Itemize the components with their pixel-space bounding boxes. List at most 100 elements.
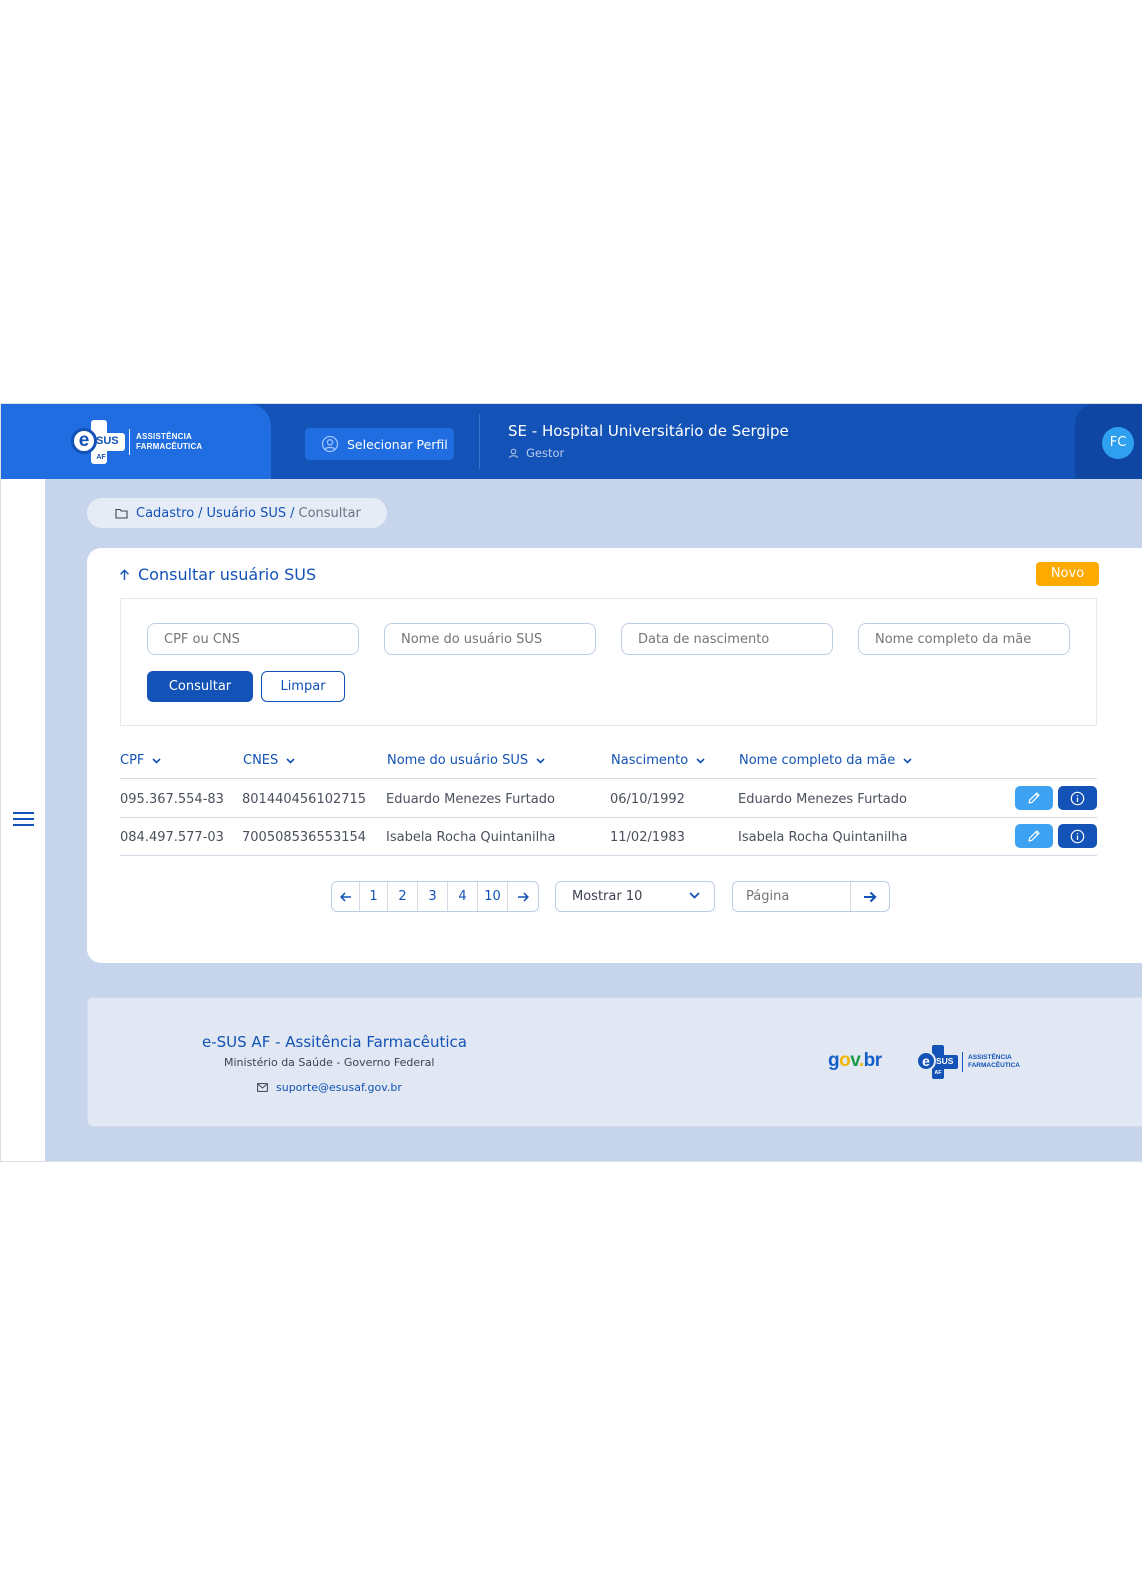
logo-e: e — [916, 1051, 936, 1071]
page-number-input[interactable] — [733, 882, 851, 911]
avatar-area: FC — [1075, 404, 1142, 479]
info-button[interactable] — [1058, 786, 1097, 810]
page-4-button[interactable]: 4 — [448, 882, 478, 911]
column-label: CNES — [243, 753, 279, 768]
cell-user-name: Isabela Rocha Quintanilha — [386, 830, 556, 845]
chevron-down-icon — [903, 757, 912, 764]
table-header: CPF CNES Nome do usuário SUS Nascimento … — [120, 753, 1097, 779]
mail-icon — [257, 1083, 268, 1092]
logo-af: AF — [934, 1070, 942, 1076]
logo-sus: SUS — [936, 1056, 954, 1066]
cell-cpf: 084.497.577-03 — [120, 830, 224, 845]
header-divider — [479, 414, 480, 469]
cell-cpf: 095.367.554-83 — [120, 792, 224, 807]
page-10-button[interactable]: 10 — [478, 882, 508, 911]
prev-page-button[interactable] — [332, 882, 360, 911]
column-label: CPF — [120, 753, 145, 768]
chevron-down-icon — [689, 892, 700, 899]
breadcrumb-separator: / — [290, 505, 295, 521]
column-mother-name[interactable]: Nome completo da mãe — [739, 753, 912, 768]
user-role: Gestor — [508, 446, 564, 460]
new-button[interactable]: Novo — [1036, 562, 1099, 586]
breadcrumb-cadastro[interactable]: Cadastro — [136, 506, 194, 521]
hamburger-icon[interactable] — [13, 811, 34, 827]
breadcrumb-current: Consultar — [298, 505, 361, 521]
cell-cnes: 801440456102715 — [242, 792, 367, 807]
card-title[interactable]: Consultar usuário SUS — [119, 565, 316, 584]
page-size-select[interactable]: Mostrar 10 — [555, 881, 715, 912]
sidebar — [1, 479, 45, 1161]
go-to-page — [732, 881, 890, 912]
arrow-left-icon — [339, 891, 351, 902]
cell-birth: 06/10/1992 — [610, 792, 685, 807]
pagination: 1 2 3 4 10 — [331, 881, 539, 912]
support-email: suporte@esusaf.gov.br — [276, 1081, 402, 1094]
cell-birth: 11/02/1983 — [610, 830, 685, 845]
page-2-button[interactable]: 2 — [388, 882, 418, 911]
edit-button[interactable] — [1015, 786, 1053, 810]
arrow-up-icon — [120, 568, 129, 580]
arrow-right-icon — [518, 891, 529, 902]
logo-sus: SUS — [96, 435, 119, 447]
footer-subtitle: Ministério da Saúde - Governo Federal — [224, 1056, 435, 1069]
column-label: Nome do usuário SUS — [387, 753, 529, 768]
info-button[interactable] — [1058, 824, 1097, 848]
footer-title: e-SUS AF - Assitência Farmacêutica — [202, 1033, 467, 1051]
brand-panel: e SUS AF ASSISTÊNCIA FARMACÊUTICA — [1, 404, 271, 479]
breadcrumb: Cadastro / Usuário SUS / Consultar — [87, 498, 387, 528]
column-user-name[interactable]: Nome do usuário SUS — [387, 753, 545, 768]
page-size-value: Mostrar 10 — [572, 889, 643, 904]
esus-mark: e SUS AF — [71, 420, 125, 464]
logo-e: e — [71, 428, 97, 454]
cpf-cns-input[interactable] — [147, 623, 359, 655]
mother-name-input[interactable] — [858, 623, 1070, 655]
column-birth[interactable]: Nascimento — [611, 753, 705, 768]
edit-button[interactable] — [1015, 824, 1053, 848]
card-title-label: Consultar usuário SUS — [138, 565, 317, 584]
cell-cnes: 700508536553154 — [242, 830, 367, 845]
user-circle-icon — [321, 435, 339, 453]
logo-af: AF — [96, 454, 106, 461]
column-label: Nascimento — [611, 753, 689, 768]
column-cnes[interactable]: CNES — [243, 753, 295, 768]
select-profile-label: Selecionar Perfil — [347, 436, 448, 452]
govbr-logo[interactable]: gov.br — [828, 1050, 882, 1072]
birth-date-input[interactable] — [621, 623, 833, 655]
avatar[interactable]: FC — [1102, 427, 1134, 459]
esus-mark: e SUS AF — [916, 1045, 958, 1079]
support-email-link[interactable]: suporte@esusaf.gov.br — [257, 1081, 402, 1094]
pencil-icon — [1028, 830, 1040, 842]
cell-mother-name: Isabela Rocha Quintanilha — [738, 830, 908, 845]
hospital-name: SE - Hospital Universitário de Sergipe — [508, 422, 789, 440]
info-icon — [1070, 791, 1085, 805]
go-to-page-button[interactable] — [851, 882, 889, 911]
search-button[interactable]: Consultar — [147, 671, 253, 702]
info-icon — [1070, 829, 1085, 843]
chevron-down-icon — [696, 757, 705, 764]
next-page-button[interactable] — [508, 882, 538, 911]
folder-icon — [115, 508, 128, 519]
breadcrumb-usuario-sus[interactable]: Usuário SUS — [207, 506, 287, 521]
top-bar: e SUS AF ASSISTÊNCIA FARMACÊUTICA Seleci… — [1, 404, 1142, 479]
chevron-down-icon — [286, 757, 295, 764]
brand-line-1: ASSISTÊNCIA — [968, 1054, 1012, 1061]
user-name-input[interactable] — [384, 623, 596, 655]
select-profile-button[interactable]: Selecionar Perfil — [305, 428, 454, 460]
chevron-down-icon — [152, 757, 161, 764]
table-row: 084.497.577-03 700508536553154 Isabela R… — [120, 818, 1097, 856]
brand-text: ASSISTÊNCIA FARMACÊUTICA — [136, 432, 202, 452]
app-frame: e SUS AF ASSISTÊNCIA FARMACÊUTICA Seleci… — [0, 403, 1142, 1162]
column-label: Nome completo da mãe — [739, 753, 896, 768]
esus-footer-logo[interactable]: e SUS AF ASSISTÊNCIA FARMACÊUTICA — [916, 1045, 1020, 1079]
page-3-button[interactable]: 3 — [418, 882, 448, 911]
footer: e-SUS AF - Assitência Farmacêutica Minis… — [87, 997, 1142, 1127]
column-cpf[interactable]: CPF — [120, 753, 161, 768]
user-role-label: Gestor — [526, 446, 565, 460]
brand-line-2: FARMACÊUTICA — [968, 1062, 1020, 1069]
esus-logo[interactable]: e SUS AF ASSISTÊNCIA FARMACÊUTICA — [71, 420, 202, 464]
pencil-icon — [1028, 792, 1040, 804]
search-card: Consultar usuário SUS Novo Consultar Lim… — [87, 548, 1142, 963]
page-1-button[interactable]: 1 — [360, 882, 388, 911]
clear-button[interactable]: Limpar — [261, 671, 345, 702]
cell-mother-name: Eduardo Menezes Furtado — [738, 792, 907, 807]
